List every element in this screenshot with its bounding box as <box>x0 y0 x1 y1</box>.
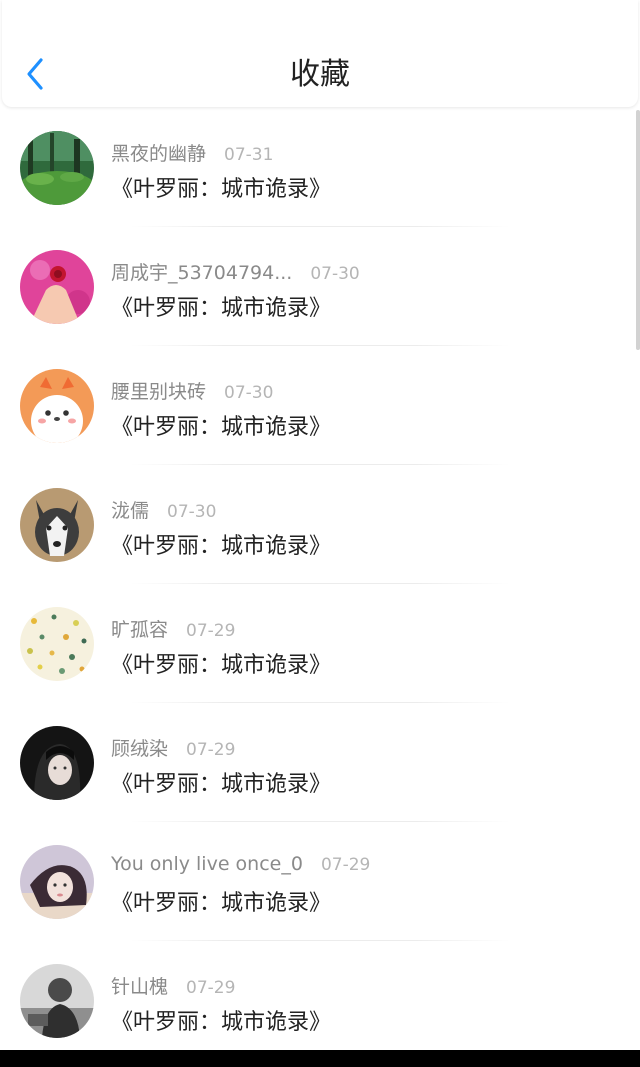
item-meta: 黑夜的幽静 07-31 <box>111 139 273 165</box>
user-name: 顾绒染 <box>111 738 169 760</box>
work-title[interactable]: 《叶罗丽：城市诡录》 <box>111 171 331 203</box>
list-item[interactable]: 针山槐 07-29 《叶罗丽：城市诡录》 <box>0 941 640 1050</box>
work-title[interactable]: 《叶罗丽：城市诡录》 <box>111 766 331 798</box>
item-meta: 旷孤容 07-29 <box>111 615 235 641</box>
avatar[interactable] <box>20 607 94 681</box>
date-label: 07-30 <box>310 264 360 284</box>
date-label: 07-29 <box>186 740 236 760</box>
user-name: 腰里别块砖 <box>111 381 207 403</box>
top-bar: 收藏 <box>2 0 638 107</box>
scrollbar[interactable] <box>636 110 640 350</box>
favorites-page: 收藏 黑夜的幽静 07-31 《叶罗丽：城市诡录》 周成宇_53704794..… <box>0 0 640 1067</box>
page-title: 收藏 <box>290 57 350 92</box>
user-name: 黑夜的幽静 <box>111 143 207 165</box>
avatar[interactable] <box>20 250 94 324</box>
work-title[interactable]: 《叶罗丽：城市诡录》 <box>111 409 331 441</box>
avatar[interactable] <box>20 964 94 1038</box>
list-item[interactable]: 腰里别块砖 07-30 《叶罗丽：城市诡录》 <box>0 346 640 465</box>
item-meta: 顾绒染 07-29 <box>111 734 235 760</box>
list-item[interactable]: 泷儒 07-30 《叶罗丽：城市诡录》 <box>0 465 640 584</box>
work-title[interactable]: 《叶罗丽：城市诡录》 <box>111 647 331 679</box>
item-meta: 针山槐 07-29 <box>111 972 235 998</box>
list-item[interactable]: 周成宇_53704794... 07-30 《叶罗丽：城市诡录》 <box>0 227 640 346</box>
item-meta: 泷儒 07-30 <box>111 496 216 522</box>
work-title[interactable]: 《叶罗丽：城市诡录》 <box>111 1004 331 1036</box>
list-item[interactable]: 旷孤容 07-29 《叶罗丽：城市诡录》 <box>0 584 640 703</box>
work-title[interactable]: 《叶罗丽：城市诡录》 <box>111 290 331 322</box>
favorites-list: 黑夜的幽静 07-31 《叶罗丽：城市诡录》 周成宇_53704794... 0 <box>0 108 640 1050</box>
user-name: 针山槐 <box>111 976 169 998</box>
date-label: 07-30 <box>224 383 274 403</box>
avatar[interactable] <box>20 131 94 205</box>
item-meta: 腰里别块砖 07-30 <box>111 377 273 403</box>
item-meta: 周成宇_53704794... 07-30 <box>111 258 360 284</box>
date-label: 07-31 <box>224 145 274 165</box>
user-name: 泷儒 <box>111 500 150 522</box>
list-item[interactable]: 顾绒染 07-29 《叶罗丽：城市诡录》 <box>0 703 640 822</box>
date-label: 07-29 <box>320 855 371 875</box>
work-title[interactable]: 《叶罗丽：城市诡录》 <box>111 885 331 917</box>
avatar[interactable] <box>20 369 94 443</box>
avatar[interactable] <box>20 845 94 919</box>
item-meta: You only live once_0 07-29 <box>111 853 370 879</box>
user-name: 旷孤容 <box>111 619 169 641</box>
system-nav-bar <box>0 1050 640 1067</box>
user-name: 周成宇_53704794... <box>111 262 293 284</box>
user-name: You only live once_0 <box>111 853 303 875</box>
list-item[interactable]: You only live once_0 07-29 《叶罗丽：城市诡录》 <box>0 822 640 941</box>
date-label: 07-29 <box>186 978 236 998</box>
date-label: 07-29 <box>186 621 236 641</box>
avatar[interactable] <box>20 488 94 562</box>
list-item[interactable]: 黑夜的幽静 07-31 《叶罗丽：城市诡录》 <box>0 108 640 227</box>
work-title[interactable]: 《叶罗丽：城市诡录》 <box>111 528 331 560</box>
avatar[interactable] <box>20 726 94 800</box>
date-label: 07-30 <box>167 502 217 522</box>
